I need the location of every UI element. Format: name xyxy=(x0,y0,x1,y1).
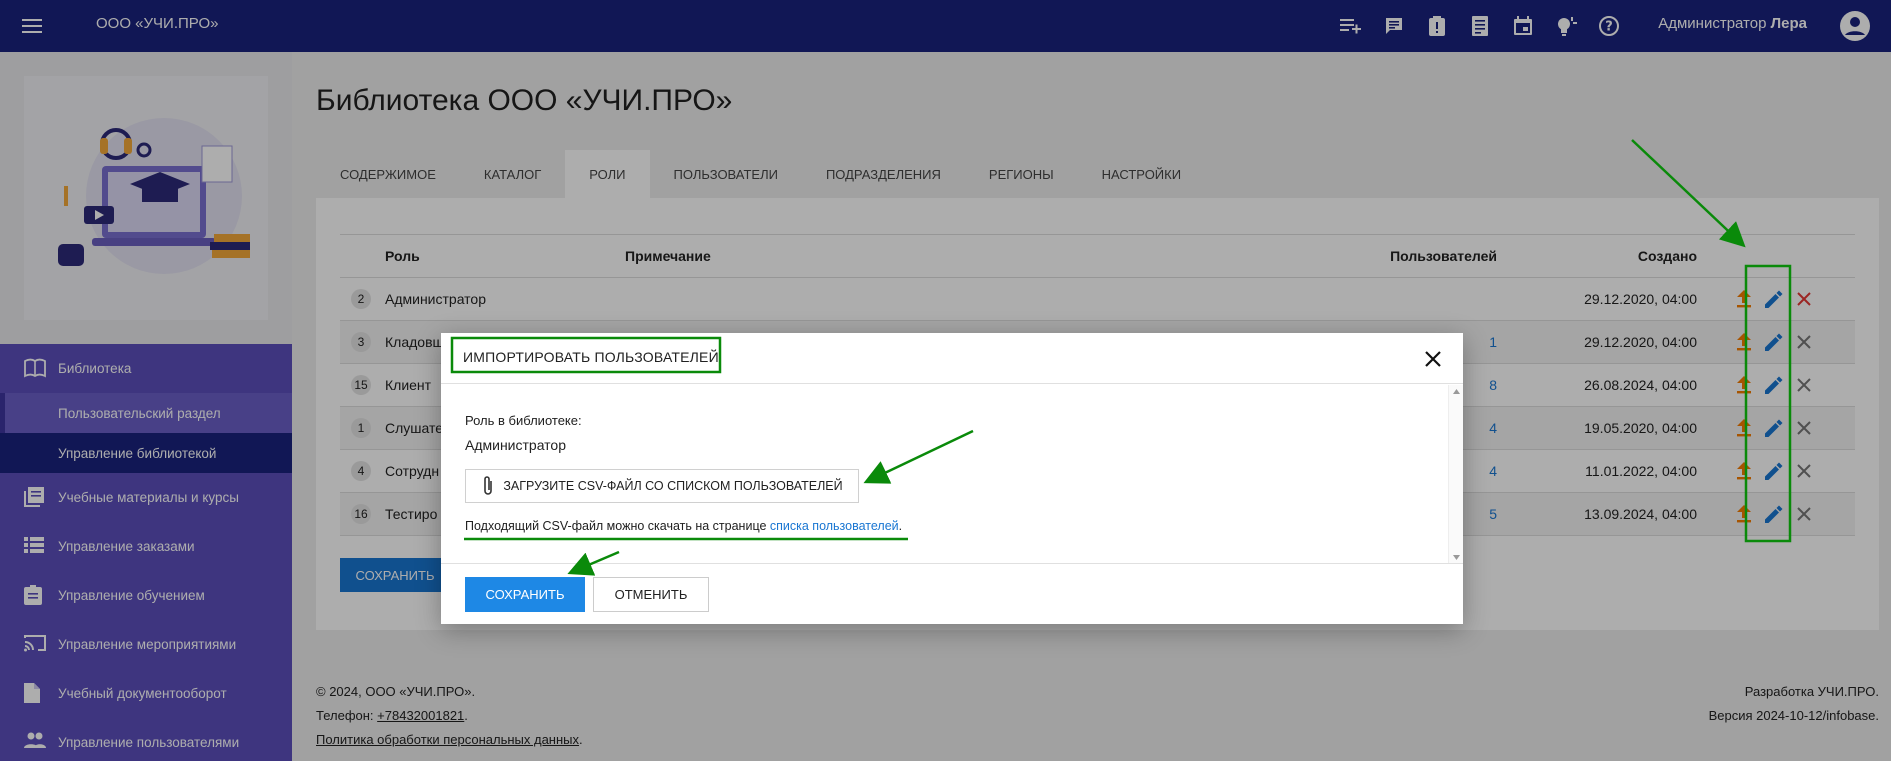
dialog-body: Роль в библиотеке: Администратор Загрузи… xyxy=(441,385,1463,563)
role-value: Администратор xyxy=(465,437,567,453)
import-users-dialog: Импортировать пользователей Роль в библи… xyxy=(441,333,1463,624)
hint-text: Подходящий CSV-файл можно скачать на стр… xyxy=(465,519,770,533)
close-icon[interactable] xyxy=(1421,347,1445,371)
dialog-save-button[interactable]: Сохранить xyxy=(465,577,585,612)
dialog-header: Импортировать пользователей xyxy=(441,333,1463,384)
upload-csv-label: Загрузите CSV-файл со списком пользовате… xyxy=(503,479,843,493)
dialog-footer: Сохранить Отменить xyxy=(441,563,1463,624)
paperclip-icon xyxy=(484,476,493,495)
users-list-link[interactable]: списка пользователей xyxy=(770,519,899,533)
role-label: Роль в библиотеке: xyxy=(465,413,582,428)
csv-hint: Подходящий CSV-файл можно скачать на стр… xyxy=(465,519,902,533)
hint-punct: . xyxy=(898,519,903,533)
upload-csv-button[interactable]: Загрузите CSV-файл со списком пользовате… xyxy=(465,469,859,503)
dialog-cancel-button[interactable]: Отменить xyxy=(593,577,709,612)
dialog-scrollbar[interactable] xyxy=(1448,385,1463,563)
dialog-title: Импортировать пользователей xyxy=(463,349,719,365)
